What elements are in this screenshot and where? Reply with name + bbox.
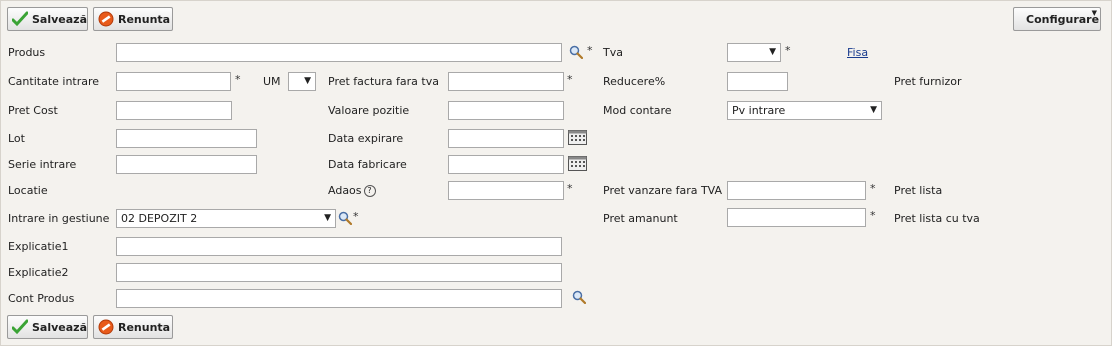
valoare-pozitie-label: Valoare pozitie <box>328 104 410 117</box>
save-button[interactable]: Salvează <box>7 315 88 339</box>
adaos-label: Adaos? <box>328 184 376 197</box>
cantitate-label: Cantitate intrare <box>8 75 100 88</box>
required-marker: * <box>870 209 876 222</box>
intrare-gestiune-label: Intrare in gestiune <box>8 212 110 225</box>
required-marker: * <box>567 182 573 195</box>
lot-label: Lot <box>8 132 25 145</box>
fisa-link[interactable]: Fisa <box>847 46 868 59</box>
explicatie2-label: Explicatie2 <box>8 266 69 279</box>
um-label: UM <box>263 75 281 88</box>
explicatie1-input[interactable] <box>116 237 562 256</box>
required-marker: * <box>235 73 241 86</box>
pret-cost-label: Pret Cost <box>8 104 58 117</box>
cont-produs-input[interactable] <box>116 289 562 308</box>
intrare-gestiune-value: 02 DEPOZIT 2 <box>121 212 198 225</box>
explicatie2-input[interactable] <box>116 263 562 282</box>
cantitate-input[interactable] <box>116 72 231 91</box>
pret-lista-label: Pret lista <box>894 184 943 197</box>
check-icon <box>12 319 28 335</box>
chevron-down-icon: ▼ <box>870 105 877 115</box>
cancel-button-label: Renunta <box>118 12 171 26</box>
mod-contare-label: Mod contare <box>603 104 672 117</box>
mod-contare-value: Pv intrare <box>732 104 786 117</box>
pret-amanunt-label: Pret amanunt <box>603 212 678 225</box>
serie-intrare-input[interactable] <box>116 155 257 174</box>
check-icon <box>12 11 28 27</box>
cancel-button-label: Renunta <box>118 320 171 334</box>
help-icon[interactable]: ? <box>363 185 376 197</box>
tva-label: Tva <box>603 46 623 59</box>
save-button[interactable]: Salvează <box>7 7 88 31</box>
search-icon[interactable] <box>569 45 583 59</box>
produs-input[interactable] <box>116 43 562 62</box>
explicatie1-label: Explicatie1 <box>8 240 69 253</box>
chevron-down-icon: ▼ <box>304 76 311 86</box>
search-icon[interactable] <box>338 211 352 225</box>
chevron-down-icon: ▼ <box>324 213 331 223</box>
produs-label: Produs <box>8 46 46 59</box>
chevron-down-icon: ▼ <box>769 47 776 57</box>
pret-lista-tva-label: Pret lista cu tva <box>894 212 980 225</box>
adaos-input[interactable] <box>448 181 564 200</box>
required-marker: * <box>587 44 593 57</box>
serie-intrare-label: Serie intrare <box>8 158 77 171</box>
um-select[interactable]: ▼ <box>288 72 316 91</box>
cancel-icon <box>98 11 114 27</box>
chevron-down-icon: ▼ <box>1091 9 1097 17</box>
data-fabricare-input[interactable] <box>448 155 564 174</box>
valoare-pozitie-input[interactable] <box>448 101 564 120</box>
pret-factura-input[interactable] <box>448 72 564 91</box>
required-marker: * <box>785 44 791 57</box>
pret-furnizor-label: Pret furnizor <box>894 75 962 88</box>
search-icon[interactable] <box>572 290 586 304</box>
calendar-icon[interactable] <box>568 156 587 171</box>
pret-factura-label: Pret factura fara tva <box>328 75 439 88</box>
locatie-label: Locatie <box>8 184 48 197</box>
cancel-button[interactable]: Renunta <box>93 315 173 339</box>
required-marker: * <box>870 182 876 195</box>
pret-vanzare-input[interactable] <box>727 181 866 200</box>
lot-input[interactable] <box>116 129 257 148</box>
reducere-label: Reducere% <box>603 75 666 88</box>
configure-button[interactable]: Configurare ▼ <box>1013 7 1101 31</box>
data-expirare-label: Data expirare <box>328 132 404 145</box>
intrare-gestiune-select[interactable]: 02 DEPOZIT 2 ▼ <box>116 209 336 228</box>
data-fabricare-label: Data fabricare <box>328 158 407 171</box>
calendar-icon[interactable] <box>568 130 587 145</box>
cont-produs-label: Cont Produs <box>8 292 75 305</box>
cancel-button[interactable]: Renunta <box>93 7 173 31</box>
cancel-icon <box>98 319 114 335</box>
save-button-label: Salvează <box>32 12 87 26</box>
adaos-label-text: Adaos <box>328 184 362 197</box>
reducere-input[interactable] <box>727 72 788 91</box>
required-marker: * <box>353 210 359 223</box>
required-marker: * <box>567 73 573 86</box>
configure-button-label: Configurare <box>1026 12 1100 26</box>
form-panel: Salvează Renunta Configurare ▼ Produs * … <box>0 0 1112 346</box>
pret-cost-input[interactable] <box>116 101 232 120</box>
pret-vanzare-label: Pret vanzare fara TVA <box>603 184 723 197</box>
pret-amanunt-input[interactable] <box>727 208 866 227</box>
data-expirare-input[interactable] <box>448 129 564 148</box>
save-button-label: Salvează <box>32 320 87 334</box>
tva-select[interactable]: ▼ <box>727 43 781 62</box>
mod-contare-select[interactable]: Pv intrare ▼ <box>727 101 882 120</box>
